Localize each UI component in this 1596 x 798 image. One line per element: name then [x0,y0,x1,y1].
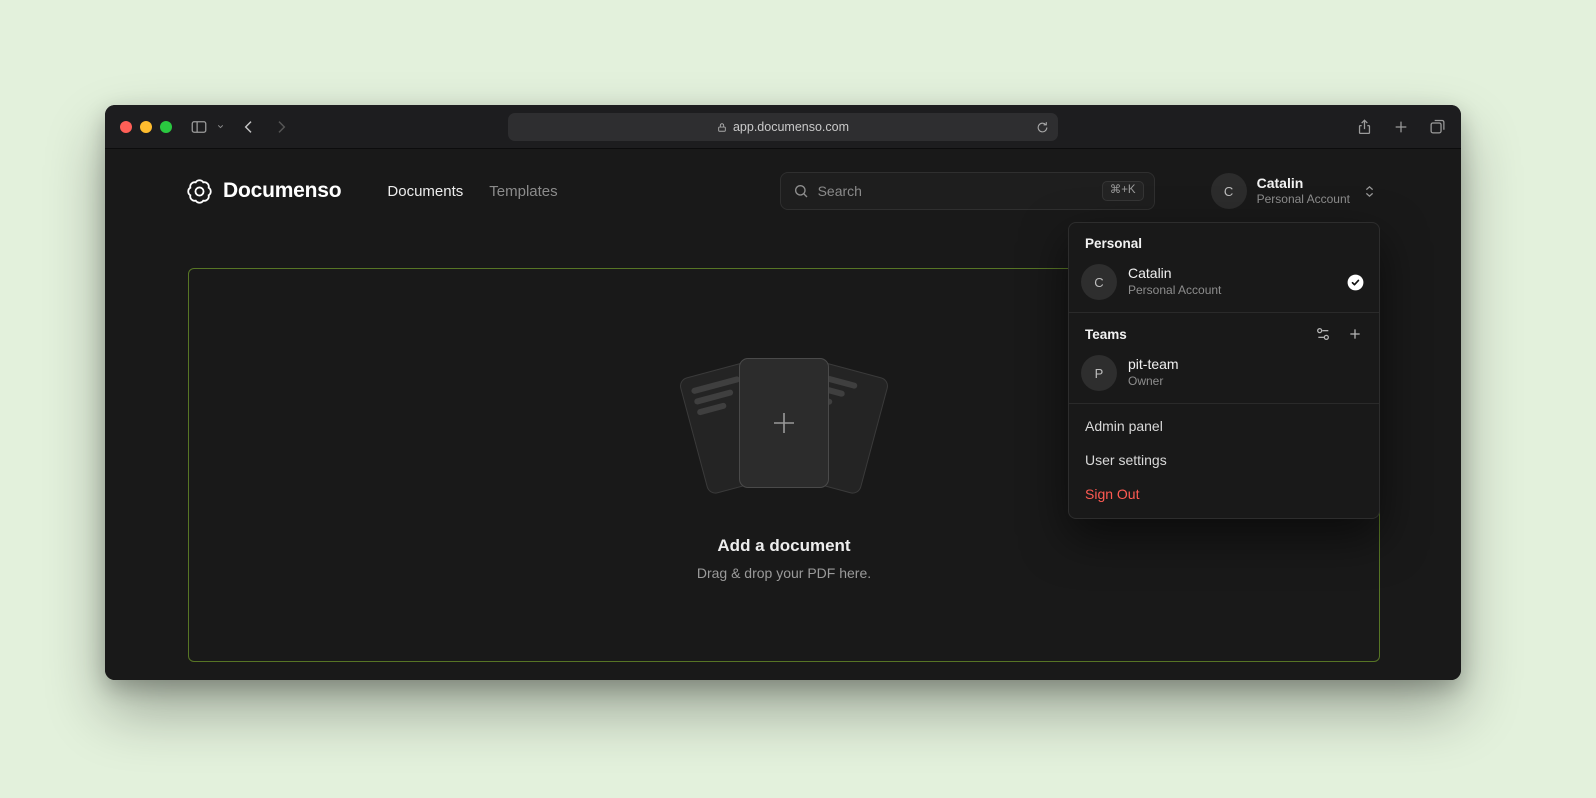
dropzone-subtitle: Drag & drop your PDF here. [697,565,871,581]
main-nav: Documents Templates [387,183,557,200]
team-name: pit-team [1128,356,1179,374]
document-stack-illustration [684,350,884,502]
share-icon[interactable] [1356,118,1373,136]
documenso-logo-icon [186,178,213,205]
sidebar-chevron-icon[interactable] [216,122,225,131]
search-input[interactable] [818,183,1093,199]
document-card-center [739,358,829,488]
brand-name: Documenso [223,179,341,203]
tab-overview-icon[interactable] [1429,118,1446,135]
account-menu-button[interactable]: C Catalin Personal Account [1211,173,1377,209]
forward-button[interactable] [273,119,289,135]
address-url: app.documenso.com [733,120,849,134]
minimize-window-button[interactable] [140,121,152,133]
lock-icon [717,122,727,133]
sidebar-toggle-icon[interactable] [190,118,208,136]
window-controls [120,121,172,133]
close-window-button[interactable] [120,121,132,133]
manage-teams-icon[interactable] [1315,326,1331,342]
menu-item-user-settings[interactable]: User settings [1069,443,1379,477]
team-role: Owner [1128,374,1179,390]
personal-name: Catalin [1128,265,1221,283]
personal-subtitle: Personal Account [1128,283,1221,299]
plus-icon [770,409,798,437]
dropzone-title: Add a document [717,536,850,556]
menu-item-sign-out[interactable]: Sign Out [1069,477,1379,511]
add-team-icon[interactable] [1347,326,1363,342]
back-button[interactable] [241,119,257,135]
personal-avatar: C [1081,264,1117,300]
app-header: Documenso Documents Templates ⌘+K C Cata… [105,149,1461,233]
search-bar[interactable]: ⌘+K [780,172,1155,210]
zoom-window-button[interactable] [160,121,172,133]
team-avatar: P [1081,355,1117,391]
teams-section-heading: Teams [1085,327,1127,342]
account-subtitle: Personal Account [1257,192,1350,207]
browser-toolbar: app.documenso.com [105,105,1461,149]
new-tab-icon[interactable] [1393,119,1409,135]
address-bar[interactable]: app.documenso.com [508,113,1058,141]
nav-documents[interactable]: Documents [387,183,463,200]
documenso-app: Documenso Documents Templates ⌘+K C Cata… [105,149,1461,680]
search-icon [793,183,809,199]
chevrons-up-down-icon [1362,184,1377,199]
refresh-icon[interactable] [1036,121,1049,134]
account-avatar: C [1211,173,1247,209]
browser-window: app.documenso.com Documenso [105,105,1461,680]
personal-account-item[interactable]: C Catalin Personal Account [1069,260,1379,312]
account-name: Catalin [1257,175,1350,192]
account-dropdown-menu: Personal C Catalin Personal Account Team… [1068,222,1380,519]
check-circle-icon [1346,273,1365,292]
team-item[interactable]: P pit-team Owner [1069,351,1379,403]
personal-section-heading: Personal [1069,223,1379,260]
menu-item-admin-panel[interactable]: Admin panel [1069,409,1379,443]
search-shortcut-badge: ⌘+K [1102,181,1144,201]
brand[interactable]: Documenso [186,178,341,205]
nav-templates[interactable]: Templates [489,183,557,200]
teams-section-header: Teams [1069,313,1379,351]
